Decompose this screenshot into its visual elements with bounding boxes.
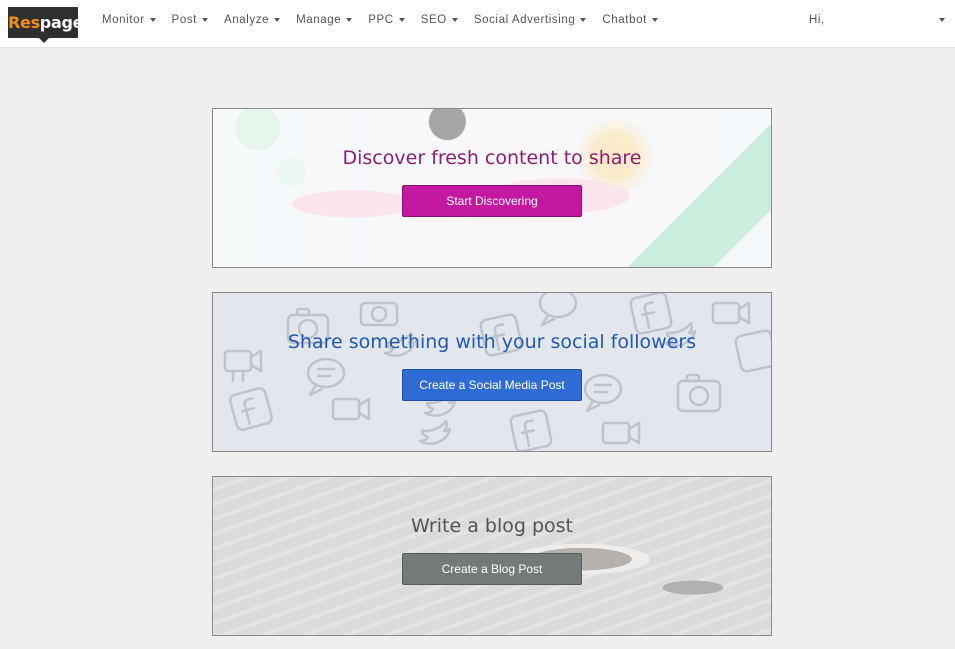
social-card-title: Share something with your social followe… <box>287 331 697 353</box>
respage-logo[interactable]: Respage <box>8 7 83 43</box>
caret-down-icon <box>201 18 208 22</box>
caret-down-icon <box>580 18 587 22</box>
nav-item-seo[interactable]: SEO <box>421 14 458 26</box>
speech-bubble-icon <box>538 293 578 327</box>
user-greeting: Hi, <box>809 14 825 26</box>
create-blog-post-button[interactable]: Create a Blog Post <box>402 553 582 585</box>
video-camera-icon <box>711 301 751 325</box>
blog-post-card: Write a blog post Create a Blog Post <box>212 476 772 636</box>
nav-item-analyze[interactable]: Analyze <box>223 14 281 26</box>
caret-down-icon <box>939 18 945 22</box>
social-post-card: Share something with your social followe… <box>212 292 772 452</box>
video-camera-icon <box>601 421 641 445</box>
nav-item-label: Monitor <box>102 14 145 26</box>
nav-item-label: Manage <box>296 14 342 26</box>
speech-bubble-icon <box>306 357 346 397</box>
nav-item-label: SEO <box>420 14 447 26</box>
camera-icon <box>676 373 722 413</box>
nav-item-label: Post <box>171 14 197 26</box>
nav-item-post[interactable]: Post <box>172 14 208 26</box>
nav-item-label: Social Advertising <box>473 14 576 26</box>
video-camera-icon <box>223 349 263 383</box>
nav-item-manage[interactable]: Manage <box>296 14 353 26</box>
speech-bubble-icon <box>583 373 623 413</box>
logo-text-page: page <box>39 13 84 32</box>
nav-item-label: PPC <box>368 14 394 26</box>
blog-card-title: Write a blog post <box>411 515 573 537</box>
nav-item-monitor[interactable]: Monitor <box>102 14 156 26</box>
facebook-icon <box>509 409 553 451</box>
logo-text-res: Res <box>8 13 40 32</box>
video-camera-icon <box>331 397 371 421</box>
start-discovering-button[interactable]: Start Discovering <box>402 185 582 217</box>
caret-down-icon <box>149 18 156 22</box>
nav-item-ppc[interactable]: PPC <box>368 14 405 26</box>
discover-card-title: Discover fresh content to share <box>342 147 642 169</box>
bird-icon <box>418 419 452 445</box>
caret-down-icon <box>346 18 353 22</box>
nav-item-label: Chatbot <box>602 14 647 26</box>
top-navbar: Respage Monitor Post Analyze Manage PPC … <box>0 0 955 48</box>
caret-down-icon <box>398 18 405 22</box>
facebook-icon <box>629 293 673 335</box>
nav-item-chatbot[interactable]: Chatbot <box>602 14 658 26</box>
caret-down-icon <box>651 18 658 22</box>
create-social-media-post-button[interactable]: Create a Social Media Post <box>402 369 582 401</box>
discover-content-card: Discover fresh content to share Start Di… <box>212 108 772 268</box>
camera-icon <box>359 301 399 327</box>
user-menu[interactable]: Hi, <box>809 0 945 40</box>
facebook-icon <box>734 329 771 373</box>
facebook-icon <box>229 387 273 431</box>
main-nav: Monitor Post Analyze Manage PPC SEO Soci… <box>102 0 658 40</box>
caret-down-icon <box>451 18 458 22</box>
nav-item-social-advertising[interactable]: Social Advertising <box>474 14 587 26</box>
caret-down-icon <box>274 18 281 22</box>
nav-item-label: Analyze <box>223 14 270 26</box>
